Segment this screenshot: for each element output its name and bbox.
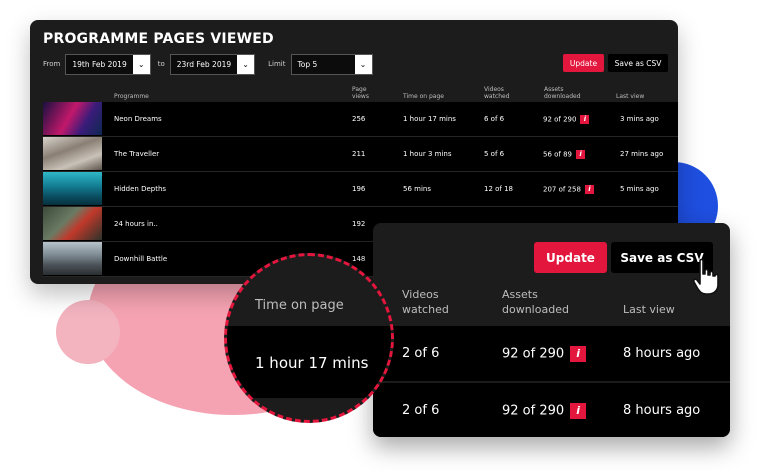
decor-blob-pink-small xyxy=(56,300,120,364)
col-assets-downloaded: Assets downloaded xyxy=(544,86,581,100)
table-row[interactable]: The Traveller 211 1 hour 3 mins 5 of 6 5… xyxy=(43,137,678,172)
last-view: 8 hours ago xyxy=(623,403,701,418)
save-csv-button[interactable]: Save as CSV xyxy=(608,54,668,72)
assets-count: 92 of 290 xyxy=(502,346,565,362)
table-row-zoomed[interactable]: 2 of 6 92 of 290 i 8 hours ago xyxy=(373,383,730,437)
thumbnail-image xyxy=(43,172,102,205)
videos-watched: 2 of 6 xyxy=(402,403,440,418)
assets-downloaded: 56 of 89 i xyxy=(543,150,586,159)
programme-name: 24 hours in.. xyxy=(114,220,158,228)
col-videos-watched-zoomed: Videos watched xyxy=(402,288,449,316)
page-views: 196 xyxy=(352,185,366,193)
col-assets-downloaded-zoomed: Assets downloaded xyxy=(502,288,569,316)
chevron-down-icon[interactable]: ⌄ xyxy=(132,54,150,74)
col-last-view-zoomed: Last view xyxy=(623,303,675,316)
lens-column-label: Time on page xyxy=(255,298,344,313)
last-view: 27 mins ago xyxy=(620,150,664,158)
videos-watched: 5 of 6 xyxy=(484,150,505,158)
limit-value: Top 5 xyxy=(297,59,318,69)
time-on-page: 56 mins xyxy=(403,185,431,193)
page-views: 211 xyxy=(352,150,366,158)
col-page-views: Page views xyxy=(352,86,369,100)
col-time-on-page: Time on page xyxy=(403,93,444,100)
thumbnail-image xyxy=(43,242,102,275)
programme-name: Downhill Battle xyxy=(114,255,168,263)
zoom-panel: Update Save as CSV Videos watched Assets… xyxy=(373,223,730,437)
to-date-select[interactable]: 23rd Feb 2019 ⌄ xyxy=(169,53,256,75)
thumbnail-image xyxy=(43,102,102,135)
assets-downloaded: 207 of 258 i xyxy=(543,185,594,194)
videos-watched: 12 of 18 xyxy=(484,185,514,193)
time-on-page: 1 hour 17 mins xyxy=(403,115,456,123)
videos-watched: 2 of 6 xyxy=(402,346,440,361)
time-on-page: 1 hour 3 mins xyxy=(403,150,452,158)
page-views: 256 xyxy=(352,115,366,123)
hand-pointer-icon xyxy=(692,258,719,295)
from-date-select[interactable]: 19th Feb 2019 ⌄ xyxy=(65,53,151,75)
col-videos-watched: Videos watched xyxy=(484,86,510,100)
programme-name: The Traveller xyxy=(114,150,160,158)
to-label: to xyxy=(157,60,165,68)
from-date-value: 19th Feb 2019 xyxy=(72,59,127,69)
assets-downloaded: 92 of 290 i xyxy=(543,115,590,124)
programme-name: Neon Dreams xyxy=(114,115,162,123)
limit-select[interactable]: Top 5 ⌄ xyxy=(290,53,373,75)
to-date-value: 23rd Feb 2019 xyxy=(176,59,232,69)
limit-label: Limit xyxy=(268,60,286,68)
page-title: PROGRAMME PAGES VIEWED xyxy=(43,31,274,47)
page-views: 148 xyxy=(352,255,366,263)
info-icon[interactable]: i xyxy=(576,150,586,159)
chevron-down-icon[interactable]: ⌄ xyxy=(237,54,255,74)
info-icon[interactable]: i xyxy=(570,346,587,362)
update-button-zoomed[interactable]: Update xyxy=(534,242,607,273)
programme-name: Hidden Depths xyxy=(114,185,167,193)
table-row[interactable]: Neon Dreams 256 1 hour 17 mins 6 of 6 92… xyxy=(43,102,678,137)
assets-downloaded: 92 of 290 i xyxy=(502,403,587,419)
col-programme: Programme xyxy=(114,93,149,100)
assets-count: 207 of 258 xyxy=(543,185,581,194)
filter-bar: From 19th Feb 2019 ⌄ to 23rd Feb 2019 ⌄ … xyxy=(43,53,380,75)
last-view: 3 mins ago xyxy=(620,115,659,123)
chevron-down-icon[interactable]: ⌄ xyxy=(354,54,372,74)
thumbnail-image xyxy=(43,137,102,170)
table-header: Programme Page views Time on page Videos… xyxy=(30,80,678,102)
lens-row: 1 hour 17 mins xyxy=(227,326,391,398)
magnifier-lens: Time on page 1 hour 17 mins xyxy=(224,253,394,423)
info-icon[interactable]: i xyxy=(584,185,594,194)
col-last-view: Last view xyxy=(616,93,645,100)
info-icon[interactable]: i xyxy=(570,403,587,419)
table-row[interactable]: Hidden Depths 196 56 mins 12 of 18 207 o… xyxy=(43,172,678,207)
table-row-zoomed[interactable]: 2 of 6 92 of 290 i 8 hours ago xyxy=(373,326,730,381)
assets-count: 56 of 89 xyxy=(543,150,573,159)
assets-count: 92 of 290 xyxy=(543,115,577,124)
info-icon[interactable]: i xyxy=(580,115,590,124)
from-label: From xyxy=(43,60,61,68)
thumbnail-image xyxy=(43,207,102,240)
page-views: 192 xyxy=(352,220,366,228)
assets-count: 92 of 290 xyxy=(502,403,565,419)
last-view: 5 mins ago xyxy=(620,185,659,193)
last-view: 8 hours ago xyxy=(623,346,701,361)
assets-downloaded: 92 of 290 i xyxy=(502,346,587,362)
update-button[interactable]: Update xyxy=(563,54,604,72)
lens-time-value: 1 hour 17 mins xyxy=(255,354,369,372)
videos-watched: 6 of 6 xyxy=(484,115,505,123)
